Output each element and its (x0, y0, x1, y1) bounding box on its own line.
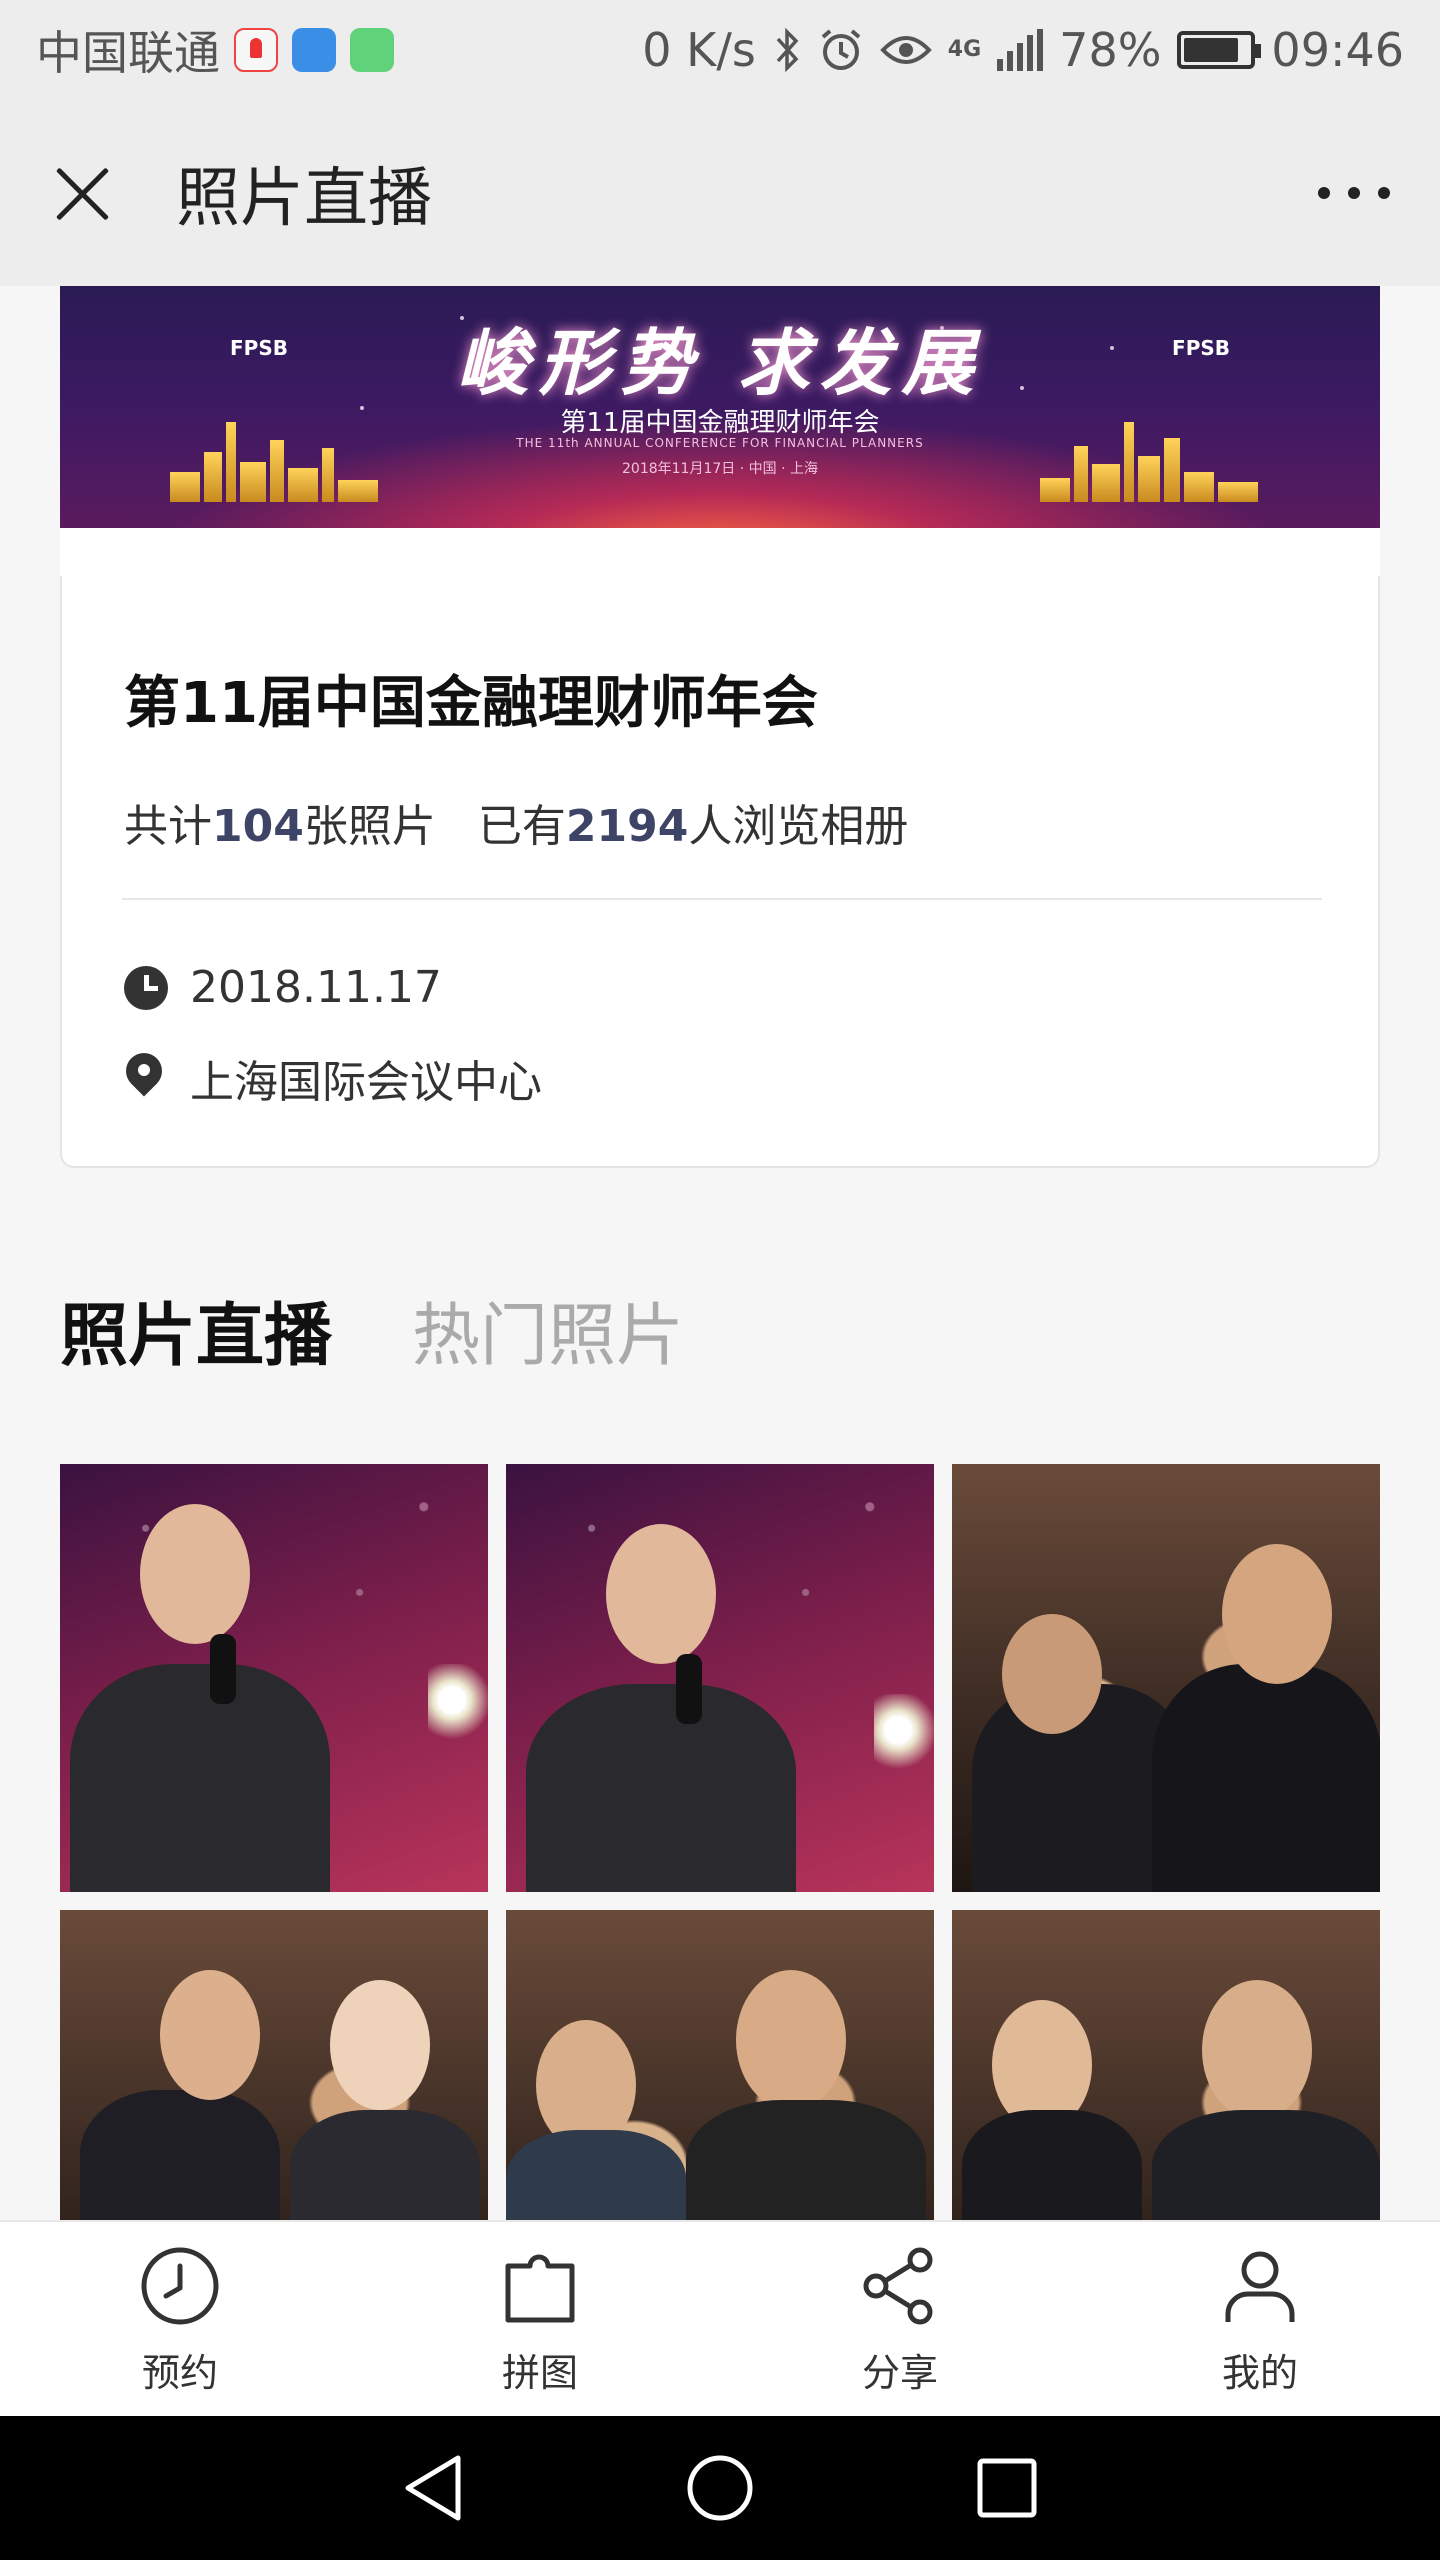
viewers-suffix: 人浏览相册 (688, 801, 909, 852)
back-icon[interactable] (393, 2448, 473, 2528)
status-left: 中国联通 (36, 17, 394, 83)
recents-icon[interactable] (967, 2448, 1047, 2528)
photo-thumbnail[interactable] (60, 1910, 488, 2220)
nav-bar: 照片直播 (0, 100, 1440, 286)
carrier-label: 中国联通 (36, 26, 220, 80)
event-date-row: 2018.11.17 (124, 962, 442, 1013)
stats-mid: 张照片 (303, 801, 436, 852)
network-type: 4G (947, 37, 982, 62)
photo-thumbnail[interactable] (60, 1464, 488, 1892)
photo-thumbnail[interactable] (506, 1910, 934, 2220)
event-stats: 共计104张照片 已有2194人浏览相册 (124, 790, 908, 854)
event-location: 上海国际会议中心 (190, 1057, 542, 1108)
bottom-tab-mine[interactable]: 我的 (1080, 2222, 1440, 2416)
bottom-tab-label: 拼图 (501, 2351, 578, 2395)
signal-icon (997, 29, 1044, 71)
bottom-tab-reserve[interactable]: 预约 (0, 2222, 360, 2416)
status-bar: 中国联通 0 K/s 4G 78% 09:46 (0, 0, 1440, 100)
net-speed: 0 K/s (642, 23, 756, 77)
tab-popular-photos[interactable]: 热门照片 (412, 1280, 684, 1379)
clock-icon (141, 2247, 219, 2325)
viewer-count: 2194 (565, 801, 689, 852)
bottom-tab-label: 分享 (861, 2351, 938, 2395)
more-options-icon[interactable] (1318, 177, 1390, 209)
screen: 中国联通 0 K/s 4G 78% 09:46 照片直播 FPSB FPSB 峻… (0, 0, 1440, 2560)
event-banner: FPSB FPSB 峻形势 求发展 第11届中国金融理财师年会 THE 11th… (60, 286, 1380, 528)
bluetooth-icon (776, 27, 799, 73)
home-icon[interactable] (680, 2448, 760, 2528)
photo-thumbnail[interactable] (506, 1464, 934, 1892)
system-nav-bar (0, 2416, 1440, 2560)
status-right: 0 K/s 4G 78% 09:46 (642, 23, 1404, 77)
notification-app-icon (234, 28, 278, 72)
alarm-icon (821, 29, 861, 70)
bottom-tab-bar: 预约 拼图 分享 我的 (0, 2220, 1440, 2416)
photo-count: 104 (212, 801, 304, 852)
share-icon (863, 2247, 933, 2325)
tab-live-photos[interactable]: 照片直播 (60, 1280, 332, 1379)
photo-thumbnail[interactable] (952, 1464, 1380, 1892)
event-date: 2018.11.17 (190, 962, 442, 1013)
event-info-card: 第11届中国金融理财师年会 共计104张照片 已有2194人浏览相册 2018.1… (60, 528, 1380, 1168)
skyline-graphic (1040, 422, 1270, 502)
bottom-tab-label: 预约 (141, 2351, 218, 2395)
viewers-prefix: 已有 (477, 801, 566, 852)
battery-icon (1177, 31, 1262, 69)
page-title: 照片直播 (176, 162, 432, 236)
notification-app-icon (292, 28, 336, 72)
skyline-graphic (170, 422, 400, 502)
clock-icon (124, 965, 168, 1010)
location-pin-icon (124, 1053, 164, 1103)
clock-time: 09:46 (1271, 23, 1404, 77)
bottom-tab-label: 我的 (1221, 2351, 1298, 2395)
photo-thumbnail[interactable] (952, 1910, 1380, 2220)
eye-icon (880, 36, 932, 64)
photo-tabs: 照片直播 热门照片 (60, 1280, 684, 1379)
banner-slogan: 峻形势 求发展 (456, 320, 984, 405)
notification-app-icon (350, 28, 394, 72)
bottom-tab-share[interactable]: 分享 (720, 2222, 1080, 2416)
close-icon[interactable] (50, 161, 114, 225)
battery-percent: 78% (1059, 23, 1162, 77)
event-location-row: 上海国际会议中心 (124, 1046, 542, 1110)
event-title: 第11届中国金融理财师年会 (124, 671, 818, 736)
user-icon (1225, 2251, 1295, 2322)
photo-grid (60, 1464, 1380, 2220)
bottom-tab-collage[interactable]: 拼图 (360, 2222, 720, 2416)
card-divider (122, 898, 1322, 900)
stats-prefix: 共计 (124, 801, 212, 852)
puzzle-icon (505, 2254, 575, 2323)
